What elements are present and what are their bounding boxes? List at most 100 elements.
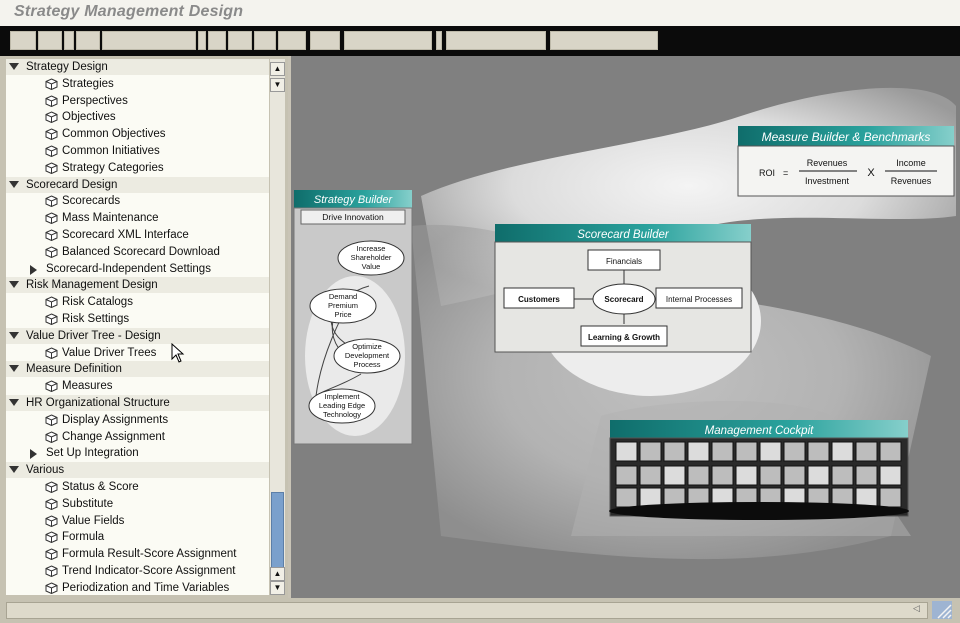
tree-folder[interactable]: Scorecard Design [6,176,269,193]
overview-graphic-area: Measure Builder & Benchmarks ROI = Reven… [291,56,960,598]
cockpit-monitor [615,465,638,486]
cockpit-monitor [735,465,758,486]
tree-item[interactable]: Scorecards [6,193,269,209]
tree-item[interactable]: Strategies [6,76,269,92]
scroll-up-button[interactable]: ▲ [270,62,285,76]
toolbar-button-10[interactable] [278,31,306,50]
cockpit-monitor [615,487,638,508]
scroll-thumb[interactable] [271,492,284,568]
customers-label: Customers [518,295,560,304]
learning-growth-label: Learning & Growth [588,333,660,342]
node2-line2: Premium [328,301,358,310]
tree-item[interactable]: Measures [6,378,269,394]
tree-item-label: Perspectives [62,94,128,107]
expand-arrow-icon[interactable] [9,399,19,406]
tree-item[interactable]: Formula Result-Score Assignment [6,546,269,562]
investment-denominator: Investment [805,176,850,186]
scroll-down-button[interactable]: ▼ [270,581,285,595]
tree-item-label: Formula Result-Score Assignment [62,548,237,561]
node3-line2: Development [345,351,390,360]
tree-item[interactable]: Common Initiatives [6,143,269,159]
toolbar-button-1[interactable] [10,31,36,50]
equals-sign: = [783,168,788,178]
toolbar-button-12[interactable] [344,31,432,50]
tree-item[interactable]: Display Assignments [6,412,269,428]
status-field [6,602,928,619]
toolbar-button-4[interactable] [76,31,100,50]
management-cockpit-panel[interactable]: Management Cockpit [609,420,909,520]
cockpit-monitor [687,441,710,462]
collapsed-arrow-icon[interactable] [30,264,37,275]
tree-folder[interactable]: HR Organizational Structure [6,395,269,411]
toolbar-button-6[interactable] [198,31,206,50]
resize-grip-icon[interactable] [932,601,952,619]
node4-line2: Leading Edge [319,401,365,410]
expand-arrow-icon[interactable] [9,365,19,373]
tree-item-label: Risk Settings [62,313,130,325]
tree-scrollbar[interactable]: ▲ ▼ ▲ ▼ [270,59,285,595]
cockpit-monitor [783,441,806,462]
tree-folder[interactable]: Set Up Integration [6,445,269,461]
tree-folder[interactable]: Strategy Design [6,59,269,75]
strategy-node-3[interactable]: Optimize Development Process [333,338,401,374]
strategy-node-4[interactable]: Implement Leading Edge Technology [308,388,376,424]
tree-item[interactable]: Substitute [6,496,269,512]
cockpit-monitor [687,465,710,486]
toolbar-button-14[interactable] [446,31,546,50]
tree-item[interactable]: Risk Catalogs [6,294,269,310]
tree-item[interactable]: Change Assignment [6,429,269,445]
node1-line3: Value [362,262,381,271]
scroll-page-down-button[interactable]: ▼ [270,78,285,92]
strategy-node-1[interactable]: Increase Shareholder Value [337,240,405,276]
cockpit-monitor [831,465,854,486]
cockpit-monitor [711,441,734,462]
tree-item-label: Scorecard Design [26,178,118,191]
collapsed-arrow-icon[interactable] [30,449,37,460]
toolbar-button-2[interactable] [38,31,62,50]
tree-item[interactable]: Balanced Scorecard Download [6,244,269,260]
tree-item[interactable]: Objectives [6,109,269,125]
toolbar-button-3[interactable] [64,31,74,50]
scorecard-builder-panel[interactable]: Scorecard Builder Financials Customers S… [494,224,752,353]
tree-item[interactable]: Formula [6,529,269,545]
tree-folder[interactable]: Value Driver Tree - Design [6,327,269,344]
strategy-builder-panel[interactable]: Strategy Builder Drive Innovation Increa… [293,190,413,445]
cockpit-monitor [855,465,878,486]
tree-item[interactable]: Value Driver Trees [6,345,269,361]
tree-item[interactable]: Value Fields [6,513,269,529]
tree-item[interactable]: Status & Score [6,479,269,495]
status-collapse-icon[interactable]: ◁ [913,603,920,614]
toolbar-button-11[interactable] [310,31,340,50]
scroll-page-up-button[interactable]: ▲ [270,567,285,581]
tree-item[interactable]: Trend Indicator-Score Assignment [6,563,269,579]
toolbar-button-15[interactable] [550,31,658,50]
tree-item-label: Strategies [62,77,114,90]
cube-icon [45,78,58,90]
expand-arrow-icon[interactable] [9,466,19,474]
toolbar-button-5[interactable] [102,31,196,50]
toolbar-button-8[interactable] [228,31,252,50]
toolbar-button-7[interactable] [208,31,226,50]
tree-item[interactable]: Strategy Categories [6,160,269,176]
expand-arrow-icon[interactable] [9,281,19,289]
tree-folder[interactable]: Scorecard-Independent Settings [6,261,269,277]
tree-item[interactable]: Common Objectives [6,126,269,142]
expand-arrow-icon[interactable] [9,331,19,339]
expand-arrow-icon[interactable] [9,180,19,188]
tree-folder[interactable]: Measure Definition [6,361,269,378]
tree-folder[interactable]: Various [6,462,269,479]
strategy-node-2[interactable]: Demand Premium Price [309,288,377,324]
toolbar-button-9[interactable] [254,31,276,50]
tree-item[interactable]: Periodization and Time Variables [6,580,269,595]
tree-folder[interactable]: Risk Management Design [6,277,269,294]
tree-item[interactable]: Mass Maintenance [6,210,269,226]
toolbar [0,26,960,56]
tree-item[interactable]: Risk Settings [6,311,269,327]
toolbar-button-13[interactable] [436,31,442,50]
tree-item[interactable]: Scorecard XML Interface [6,227,269,243]
measure-builder-panel[interactable]: Measure Builder & Benchmarks ROI = Reven… [737,126,955,197]
cube-icon [45,212,58,225]
tree-item-label: Objectives [62,111,116,124]
expand-arrow-icon[interactable] [9,63,19,70]
tree-item[interactable]: Perspectives [6,93,269,109]
